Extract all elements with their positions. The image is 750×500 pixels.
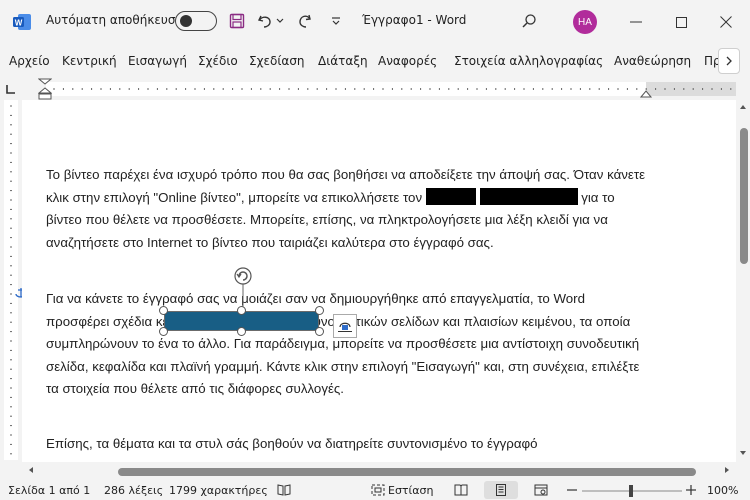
horizontal-scroll-thumb[interactable] <box>118 468 696 476</box>
resize-handle[interactable] <box>159 327 168 336</box>
tab-draw[interactable]: Σχέδιο <box>198 54 238 68</box>
paragraph-2[interactable]: Για να κάνετε το έγγραφό σας να μοιάζει … <box>46 288 650 401</box>
tab-file[interactable]: Αρχείο <box>9 54 50 68</box>
tab-home[interactable]: Κεντρική <box>62 54 117 68</box>
resize-handle[interactable] <box>315 327 324 336</box>
redo-icon[interactable] <box>295 11 315 31</box>
page-count[interactable]: Σελίδα 1 από 1 <box>8 484 90 497</box>
zoom-in-icon[interactable] <box>683 483 699 497</box>
resize-handle[interactable] <box>237 327 246 336</box>
vertical-ruler <box>0 100 27 460</box>
save-icon[interactable] <box>227 11 247 31</box>
rotate-handle-icon[interactable] <box>233 266 253 286</box>
tab-insert[interactable]: Εισαγωγή <box>128 54 187 68</box>
word-logo-icon: W <box>12 12 32 32</box>
tab-design[interactable]: Σχεδίαση <box>249 54 305 68</box>
ruler-track[interactable] <box>46 82 736 96</box>
document-title: Έγγραφο1 - Word <box>362 13 467 27</box>
tab-layout[interactable]: Διάταξη <box>318 54 368 68</box>
layout-options-button[interactable] <box>333 314 357 338</box>
status-bar: Σελίδα 1 από 1 286 λέξεις 1799 χαρακτήρε… <box>0 480 750 500</box>
redacted-block <box>425 187 476 205</box>
ribbon-scroll-right-button[interactable] <box>718 48 740 74</box>
search-icon[interactable] <box>519 11 539 31</box>
customize-toolbar-icon[interactable] <box>326 11 346 31</box>
resize-handle[interactable] <box>237 306 246 315</box>
tab-review[interactable]: Αναθεώρηση <box>614 54 691 68</box>
autosave-label: Αυτόματη αποθήκευση <box>46 13 184 27</box>
read-mode-icon[interactable] <box>453 483 469 497</box>
focus-label[interactable]: Εστίαση <box>388 484 433 497</box>
tab-selector-icon[interactable] <box>4 84 16 96</box>
web-layout-icon[interactable] <box>533 483 549 497</box>
title-bar: W Αυτόματη αποθήκευση Έγγραφο1 - Word HA <box>0 0 750 44</box>
paragraph-1[interactable]: Το βίντεο παρέχει ένα ισχυρό τρόπο που θ… <box>46 164 650 254</box>
layout-options-icon <box>338 322 352 332</box>
character-count[interactable]: 1799 χαρακτήρες <box>169 484 268 497</box>
word-count[interactable]: 286 λέξεις <box>104 484 163 497</box>
undo-dropdown-icon[interactable] <box>274 11 286 31</box>
indent-marker[interactable] <box>38 78 52 100</box>
zoom-slider[interactable] <box>582 485 682 497</box>
close-icon[interactable] <box>716 12 736 32</box>
ribbon-tabs: Αρχείο Κεντρική Εισαγωγή Σχέδιο Σχεδίαση… <box>0 48 750 76</box>
undo-icon[interactable] <box>255 11 275 31</box>
right-indent-marker[interactable] <box>640 88 652 98</box>
horizontal-ruler <box>0 78 750 100</box>
zoom-level[interactable]: 100% <box>707 484 738 497</box>
vertical-scroll-thumb[interactable] <box>740 128 748 264</box>
resize-handle[interactable] <box>315 306 324 315</box>
scroll-down-icon <box>740 451 746 455</box>
scroll-up-icon <box>740 105 746 109</box>
paragraph-3[interactable]: Επίσης, τα θέματα και τα στυλ σάς βοηθού… <box>46 433 650 456</box>
resize-handle[interactable] <box>159 306 168 315</box>
chevron-right-icon <box>726 56 732 66</box>
user-avatar[interactable]: HA <box>573 10 597 34</box>
minimize-icon[interactable] <box>626 12 646 32</box>
scroll-left-icon <box>29 467 33 473</box>
zoom-out-icon[interactable] <box>564 483 580 497</box>
maximize-icon[interactable] <box>671 12 691 32</box>
proofing-book-icon[interactable] <box>276 483 292 497</box>
svg-text:W: W <box>15 19 23 28</box>
focus-icon[interactable] <box>370 483 386 497</box>
tab-references[interactable]: Αναφορές <box>378 54 437 68</box>
print-layout-icon[interactable] <box>484 481 518 499</box>
autosave-toggle[interactable] <box>175 11 217 31</box>
redacted-block <box>479 187 578 205</box>
tab-mailings[interactable]: Στοιχεία αλληλογραφίας <box>454 54 603 68</box>
document-page[interactable]: Το βίντεο παρέχει ένα ισχυρό τρόπο που θ… <box>22 100 736 462</box>
scroll-right-icon <box>725 467 729 473</box>
